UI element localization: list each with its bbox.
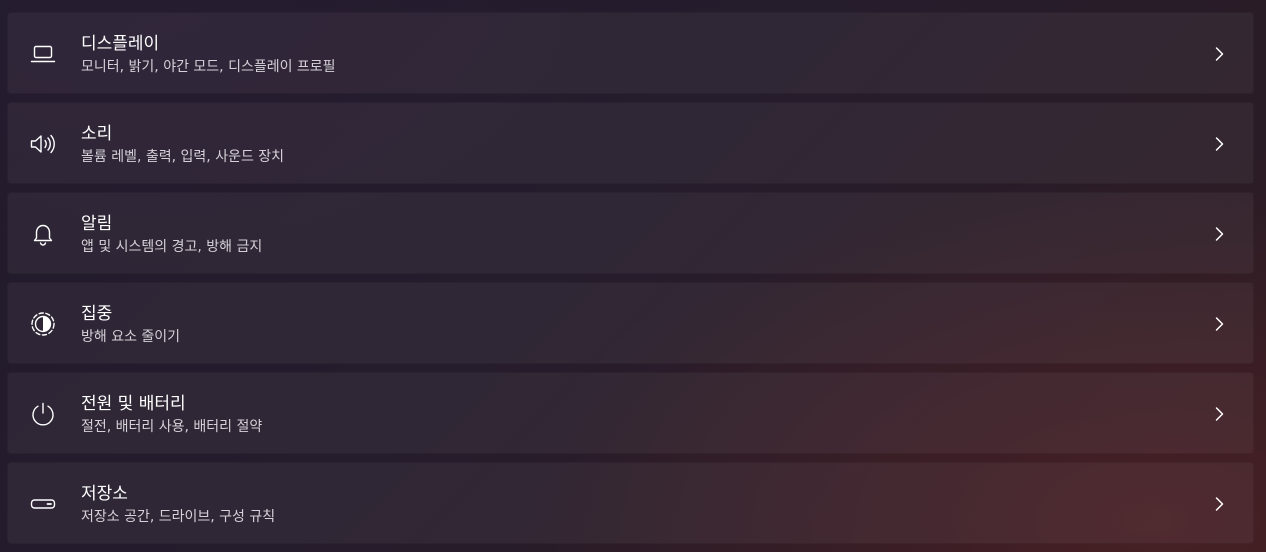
settings-item-description: 앱 및 시스템의 경고, 방해 금지	[81, 239, 263, 255]
settings-item-power-battery[interactable]: 전원 및 배터리 절전, 배터리 사용, 배터리 절약	[7, 372, 1254, 454]
settings-item-title: 알림	[81, 214, 113, 234]
settings-item-title: 저장소	[81, 484, 128, 504]
settings-item-title: 디스플레이	[81, 34, 160, 54]
settings-item-display[interactable]: 디스플레이 모니터, 밝기, 야간 모드, 디스플레이 프로필	[7, 12, 1254, 94]
speaker-icon	[28, 129, 58, 159]
bell-icon	[28, 219, 58, 249]
settings-item-title: 집중	[81, 304, 113, 324]
chevron-right-icon	[1209, 224, 1229, 244]
chevron-right-icon	[1209, 314, 1229, 334]
chevron-right-icon	[1209, 134, 1229, 154]
settings-list: 디스플레이 모니터, 밝기, 야간 모드, 디스플레이 프로필 소리 볼륨 레벨…	[7, 12, 1254, 552]
chevron-right-icon	[1209, 404, 1229, 424]
settings-item-storage[interactable]: 저장소 저장소 공간, 드라이브, 구성 규칙	[7, 462, 1254, 544]
laptop-icon	[28, 39, 58, 69]
settings-item-description: 방해 요소 줄이기	[81, 329, 181, 345]
settings-item-title: 전원 및 배터리	[81, 394, 186, 414]
settings-item-description: 절전, 배터리 사용, 배터리 절약	[81, 419, 263, 435]
chevron-right-icon	[1209, 44, 1229, 64]
settings-item-notifications[interactable]: 알림 앱 및 시스템의 경고, 방해 금지	[7, 192, 1254, 274]
settings-item-description: 모니터, 밝기, 야간 모드, 디스플레이 프로필	[81, 59, 336, 75]
focus-icon	[28, 309, 58, 339]
settings-item-sound[interactable]: 소리 볼륨 레벨, 출력, 입력, 사운드 장치	[7, 102, 1254, 184]
chevron-right-icon	[1209, 494, 1229, 514]
settings-item-focus[interactable]: 집중 방해 요소 줄이기	[7, 282, 1254, 364]
settings-item-description: 볼륨 레벨, 출력, 입력, 사운드 장치	[81, 149, 285, 165]
drive-icon	[28, 489, 58, 519]
settings-item-description: 저장소 공간, 드라이브, 구성 규칙	[81, 509, 276, 525]
power-icon	[28, 399, 58, 429]
settings-item-title: 소리	[81, 124, 113, 144]
